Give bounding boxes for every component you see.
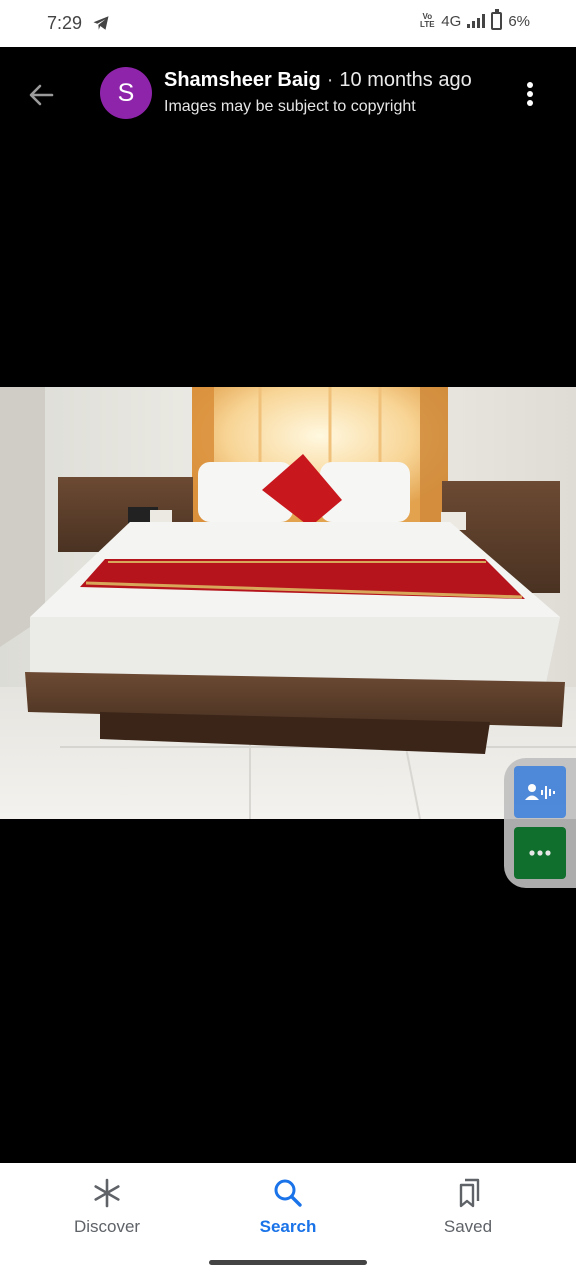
telegram-icon [93, 16, 109, 30]
asterisk-icon [94, 1178, 120, 1208]
search-icon [274, 1179, 302, 1207]
posted-time: 10 months ago [339, 69, 472, 91]
status-bar: 7:29 Vo LTE 4G 6% [0, 0, 576, 47]
image-viewer-header: S Shamsheer Baig · 10 months ago Images ma… [0, 47, 576, 142]
bookmarks-icon [459, 1178, 480, 1208]
battery-percent: 6% [508, 12, 530, 30]
more-vertical-icon[interactable] [520, 79, 540, 109]
bottom-navigation: Discover Search Saved [0, 1163, 576, 1280]
avatar[interactable]: S [100, 67, 152, 119]
voice-search-icon [525, 784, 555, 800]
signal-icon [467, 14, 486, 28]
network-type: 4G [441, 12, 462, 30]
nav-saved-label: Saved [443, 1217, 493, 1236]
volte-icon: Vo LTE [420, 12, 435, 29]
author-line: Shamsheer Baig · 10 months ago [164, 69, 472, 92]
nav-discover[interactable]: Discover [37, 1175, 177, 1237]
battery-icon [491, 9, 503, 30]
author-name[interactable]: Shamsheer Baig [164, 69, 321, 91]
floating-actions-panel [504, 758, 576, 888]
nav-discover-label: Discover [73, 1217, 141, 1236]
copyright-notice: Images may be subject to copyright [164, 98, 416, 115]
home-indicator[interactable] [209, 1260, 367, 1265]
more-horizontal-icon [529, 850, 551, 856]
nav-saved[interactable]: Saved [398, 1175, 538, 1237]
voice-search-button[interactable] [514, 766, 566, 818]
status-icons: Vo LTE 4G 6% [419, 9, 530, 30]
bed-photo[interactable] [0, 387, 576, 819]
separator-dot: · [326, 69, 334, 91]
more-options-button[interactable] [514, 827, 566, 879]
back-arrow-icon[interactable] [26, 80, 56, 110]
status-time: 7:29 [47, 13, 83, 33]
nav-search-label: Search [259, 1217, 317, 1236]
nav-search[interactable]: Search [218, 1175, 358, 1237]
